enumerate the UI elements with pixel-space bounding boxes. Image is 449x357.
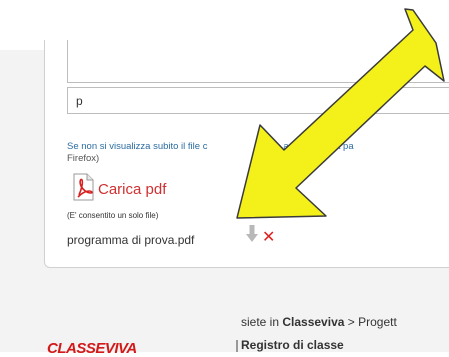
upload-pdf-link[interactable]: Carica pdf [98, 181, 166, 198]
delete-x-icon[interactable]: ✕ [262, 230, 275, 246]
breadcrumb-rest: > Progett [344, 315, 397, 329]
notice-line1: Se non si visualizza subito il file c [67, 141, 208, 152]
section-divider [236, 340, 238, 352]
description-textarea[interactable] [67, 40, 449, 83]
breadcrumb-site-link[interactable]: Classeviva [282, 315, 344, 329]
notice-line1-end: e a ricaricare la pa [275, 141, 354, 152]
attached-file-name: programma di prova.pdf [67, 233, 195, 247]
text-input[interactable]: p [67, 87, 449, 114]
classeviva-logo: CLASSEVIVA [47, 340, 137, 357]
download-arrow-icon[interactable] [246, 225, 258, 243]
one-file-note: (E' consentito un solo file) [67, 211, 159, 220]
reload-notice: Se non si visualizza subito il file c e a… [67, 141, 449, 165]
text-input-value: p [76, 94, 83, 108]
breadcrumb: siete in Classeviva > Progett [241, 315, 397, 329]
notice-line2: Firefox) [67, 153, 100, 164]
pdf-file-icon[interactable] [70, 173, 96, 201]
breadcrumb-prefix: siete in [241, 315, 283, 329]
section-title: Registro di classe [241, 338, 344, 352]
